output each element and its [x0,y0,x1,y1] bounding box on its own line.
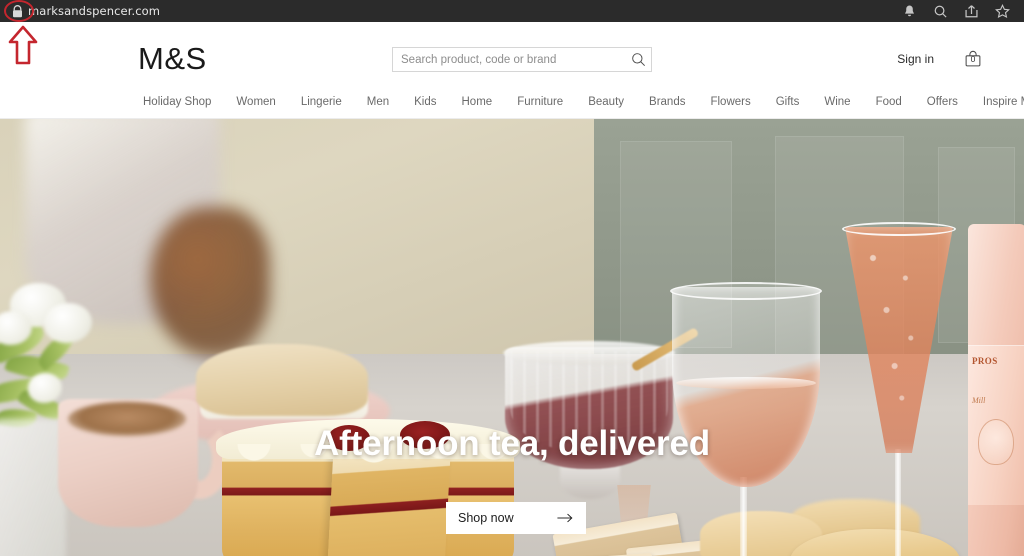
nav-item-gifts[interactable]: Gifts [776,95,800,109]
shop-now-label: Shop now [458,511,514,525]
browser-toolbar-icons [902,3,1018,19]
share-icon[interactable] [964,4,979,19]
photo-flute-stem [895,449,901,556]
hero-banner[interactable]: PROS Mill Afternoon tea, delivered Shop … [0,119,1024,556]
bag-count: 0 [970,54,976,64]
hero-photo: PROS Mill [0,119,1024,556]
nav-item-women[interactable]: Women [236,95,275,109]
url-text[interactable]: marksandspencer.com [28,4,160,18]
site-header: M&S Sign in 0 [0,22,1024,95]
main-navigation: Holiday Shop Women Lingerie Men Kids Hom… [0,95,1024,118]
nav-item-furniture[interactable]: Furniture [517,95,563,109]
photo-wine-fill-line [676,377,816,389]
header-actions: Sign in 0 [897,48,984,70]
lock-icon[interactable] [6,4,28,18]
notifications-bell-icon[interactable] [902,4,917,19]
sign-in-link[interactable]: Sign in [897,52,934,66]
nav-item-men[interactable]: Men [367,95,389,109]
search-bar[interactable] [392,47,652,72]
nav-item-beauty[interactable]: Beauty [588,95,624,109]
search-input[interactable] [393,48,625,71]
nav-item-wine[interactable]: Wine [824,95,850,109]
favorites-star-icon[interactable] [995,3,1010,19]
arrow-right-icon [557,513,573,523]
photo-tea-pour [150,207,270,357]
ms-logo[interactable]: M&S [138,41,207,77]
photo-wine-glass-rim [670,282,822,300]
shop-now-button[interactable]: Shop now [446,502,586,534]
hero-title: Afternoon tea, delivered [314,424,710,463]
nav-item-flowers[interactable]: Flowers [710,95,750,109]
nav-item-food[interactable]: Food [876,95,902,109]
browser-address-bar[interactable]: marksandspencer.com [0,0,1024,22]
photo-flute-rim [842,222,956,236]
nav-item-kids[interactable]: Kids [414,95,436,109]
nav-item-lingerie[interactable]: Lingerie [301,95,342,109]
nav-item-inspire-me[interactable]: Inspire Me [983,95,1024,109]
photo-bottle-label-text: PROS [972,356,998,366]
nav-item-offers[interactable]: Offers [927,95,958,109]
search-icon [631,53,645,67]
photo-wine-glass-stem [740,477,747,556]
nav-item-brands[interactable]: Brands [649,95,685,109]
nav-item-home[interactable]: Home [462,95,493,109]
photo-bottle-label-sub: Mill [972,396,986,405]
photo-scone-top [196,344,368,416]
shopping-bag-button[interactable]: 0 [962,48,984,70]
browser-search-icon[interactable] [933,4,948,19]
nav-item-holiday-shop[interactable]: Holiday Shop [143,95,211,109]
search-submit-button[interactable] [625,48,651,71]
